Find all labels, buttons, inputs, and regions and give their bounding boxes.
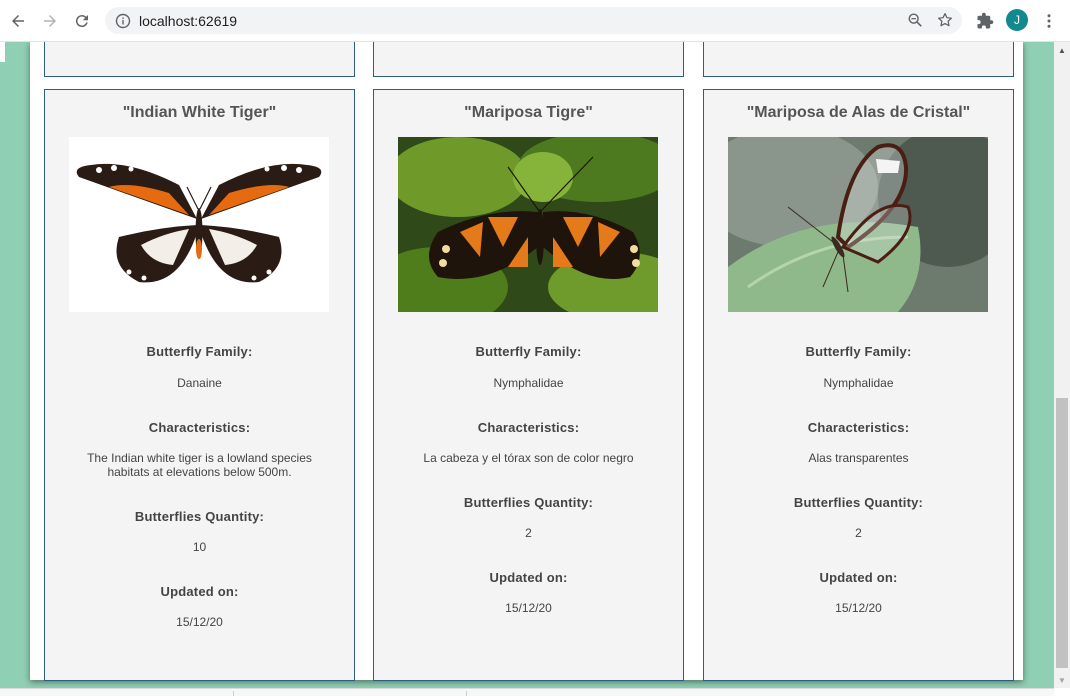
updated-value: 15/12/20: [176, 615, 223, 629]
card-title: "Mariposa de Alas de Cristal": [746, 104, 971, 121]
card-previous: [373, 42, 684, 77]
card-title: "Mariposa Tigre": [464, 104, 593, 121]
content-panel: "Indian White Tiger" Butterfly Family: D…: [30, 42, 1023, 681]
bookmark-star-icon[interactable]: [936, 11, 954, 29]
browser-toolbar: localhost:62619 J: [0, 0, 1070, 42]
quantity-value: 2: [525, 526, 532, 540]
menu-dots-icon[interactable]: [1037, 9, 1061, 33]
card-title: "Indian White Tiger": [122, 104, 277, 121]
url-text[interactable]: localhost:62619: [139, 13, 237, 29]
butterfly-card: "Indian White Tiger" Butterfly Family: D…: [44, 89, 355, 681]
card-previous: [44, 42, 355, 77]
quantity-value: 2: [855, 526, 862, 540]
address-bar[interactable]: localhost:62619: [105, 7, 962, 34]
zoom-icon[interactable]: [906, 11, 924, 29]
butterfly-photo: [728, 137, 988, 312]
quantity-label: Butterflies Quantity:: [134, 509, 265, 524]
forward-icon[interactable]: [38, 9, 62, 33]
card-previous: [703, 42, 1014, 77]
family-value: Nymphalidae: [493, 376, 564, 390]
butterfly-photo: [398, 137, 658, 312]
characteristics-label: Characteristics:: [807, 420, 910, 435]
updated-label: Updated on:: [819, 570, 898, 585]
family-value: Danaine: [177, 376, 222, 390]
quantity-value: 10: [192, 540, 207, 554]
family-label: Butterfly Family:: [146, 344, 253, 359]
scroll-down-arrow-icon[interactable]: ▼: [1054, 672, 1070, 688]
extensions-icon[interactable]: [973, 9, 997, 33]
family-label: Butterfly Family:: [475, 344, 582, 359]
characteristics-value: La cabeza y el tórax son de color negro: [423, 451, 634, 465]
bottom-status-strip: [0, 688, 1054, 696]
characteristics-value: Alas transparentes: [808, 451, 909, 465]
butterfly-card: "Mariposa de Alas de Cristal" Butterfly …: [703, 89, 1014, 681]
scroll-up-arrow-icon[interactable]: ▲: [1054, 42, 1070, 58]
updated-label: Updated on:: [489, 570, 568, 585]
family-label: Butterfly Family:: [805, 344, 912, 359]
characteristics-label: Characteristics:: [477, 420, 580, 435]
reload-icon[interactable]: [70, 9, 94, 33]
characteristics-value: The Indian white tiger is a lowland spec…: [87, 451, 312, 479]
butterfly-photo: [69, 137, 329, 312]
back-icon[interactable]: [6, 9, 30, 33]
profile-avatar[interactable]: J: [1006, 9, 1028, 31]
butterfly-card: "Mariposa Tigre" Butterfly Family: Nymph…: [373, 89, 684, 681]
characteristics-label: Characteristics:: [148, 420, 251, 435]
quantity-label: Butterflies Quantity:: [463, 495, 594, 510]
vertical-scrollbar[interactable]: ▲ ▼: [1054, 42, 1070, 688]
scrollbar-thumb[interactable]: [1056, 398, 1068, 668]
quantity-label: Butterflies Quantity:: [793, 495, 924, 510]
info-icon[interactable]: [115, 13, 131, 29]
updated-value: 15/12/20: [835, 601, 882, 615]
page-viewport: "Indian White Tiger" Butterfly Family: D…: [0, 42, 1054, 688]
family-value: Nymphalidae: [823, 376, 894, 390]
updated-label: Updated on:: [160, 584, 239, 599]
updated-value: 15/12/20: [505, 601, 552, 615]
